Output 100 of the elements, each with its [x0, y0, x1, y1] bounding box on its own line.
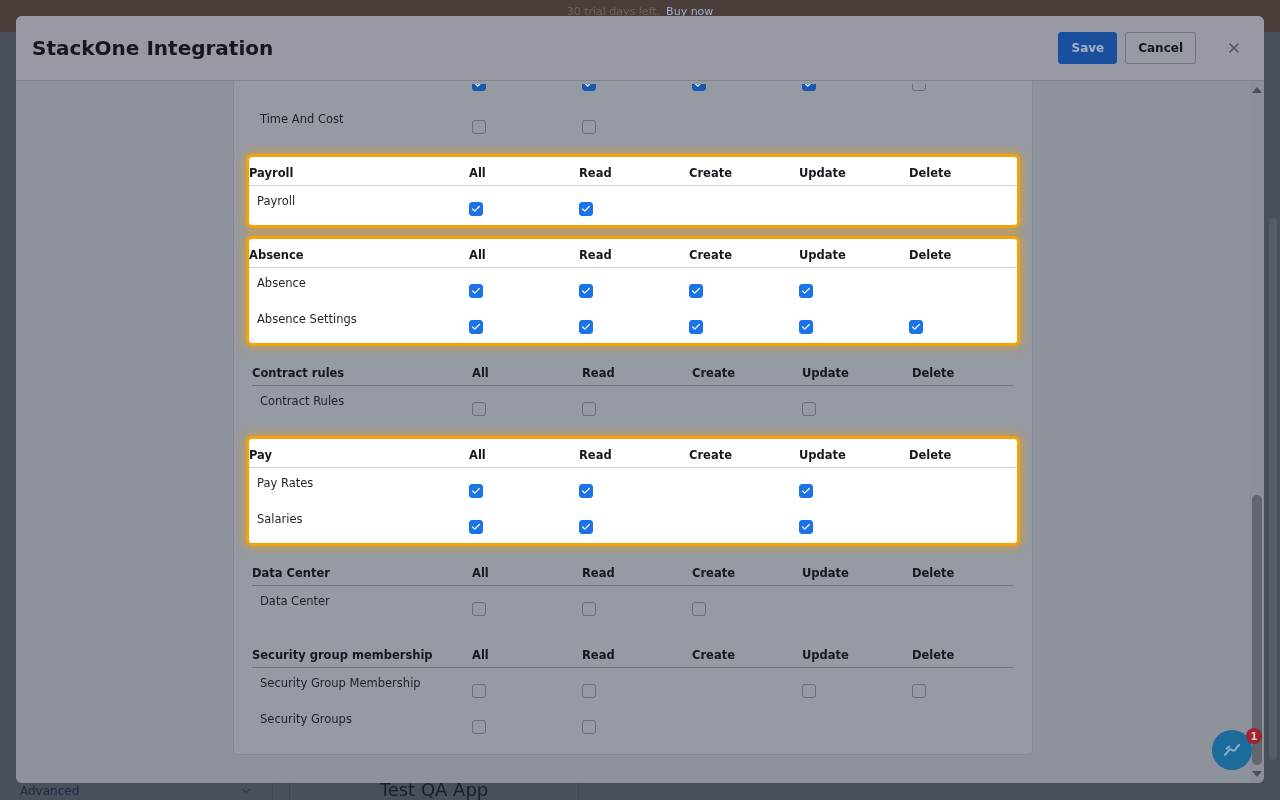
checkbox[interactable] [469, 520, 483, 534]
check-icon [801, 286, 811, 296]
check-icon [581, 486, 591, 496]
column-header: All [469, 165, 486, 180]
checkbox[interactable] [472, 684, 486, 698]
permission-name: Absence Settings [257, 312, 357, 326]
column-header: Update [799, 165, 846, 180]
column-header: Read [582, 365, 615, 380]
cancel-button[interactable]: Cancel [1125, 32, 1196, 64]
column-header: Read [579, 165, 612, 180]
section-title: Security group membership [252, 647, 433, 662]
section-title: Pay [249, 447, 273, 462]
dialog-title: StackOne Integration [32, 36, 275, 60]
permission-name: Absence [257, 276, 306, 290]
permission-name: Pay Rates [257, 476, 314, 490]
column-header: Read [582, 647, 615, 662]
checkbox[interactable] [579, 520, 593, 534]
column-header: All [472, 647, 489, 662]
check-icon [691, 322, 701, 332]
column-header: Update [802, 565, 849, 580]
section-title: Absence [249, 247, 304, 262]
wave-icon [1222, 743, 1242, 757]
save-button[interactable]: Save [1058, 32, 1118, 64]
column-header: Delete [909, 247, 952, 262]
checkbox[interactable] [579, 284, 593, 298]
checkbox[interactable] [579, 202, 593, 216]
checkbox[interactable] [692, 602, 706, 616]
column-header: Read [579, 247, 612, 262]
check-icon [471, 522, 481, 532]
check-icon [911, 322, 921, 332]
checkbox[interactable] [689, 284, 703, 298]
permission-name: Contract Rules [260, 394, 345, 408]
checkbox[interactable] [802, 684, 816, 698]
checkbox[interactable] [472, 720, 486, 734]
column-header: All [472, 565, 489, 580]
scroll-down-icon[interactable] [1252, 771, 1262, 777]
column-header: Read [582, 565, 615, 580]
column-header: Delete [912, 647, 955, 662]
check-icon [471, 204, 481, 214]
check-icon [581, 204, 591, 214]
check-icon [801, 486, 811, 496]
check-icon [471, 322, 481, 332]
column-header: Delete [909, 447, 952, 462]
check-icon [691, 286, 701, 296]
buy-link[interactable]: Buy now [666, 5, 714, 18]
permission-name: Security Group Membership [260, 676, 421, 690]
checkbox[interactable] [579, 320, 593, 334]
column-header: All [472, 365, 489, 380]
permission-name: Time And Cost [260, 112, 344, 126]
check-icon [801, 322, 811, 332]
column-header: Create [692, 647, 735, 662]
checkbox[interactable] [909, 320, 923, 334]
check-icon [801, 522, 811, 532]
column-header: Create [692, 365, 735, 380]
checkbox[interactable] [582, 402, 596, 416]
check-icon [581, 522, 591, 532]
checkbox[interactable] [582, 602, 596, 616]
permission-name: Security Groups [260, 712, 352, 726]
checkbox[interactable] [472, 402, 486, 416]
checkbox[interactable] [469, 202, 483, 216]
permission-name: Payroll [257, 194, 296, 208]
section-title: Data Center [252, 565, 330, 580]
checkbox[interactable] [799, 320, 813, 334]
column-header: Delete [909, 165, 952, 180]
checkbox[interactable] [689, 320, 703, 334]
check-icon [471, 286, 481, 296]
column-header: Create [689, 165, 732, 180]
column-header: Update [802, 647, 849, 662]
checkbox[interactable] [802, 402, 816, 416]
checkbox[interactable] [582, 684, 596, 698]
scrollbar-thumb[interactable] [1252, 495, 1262, 765]
checkbox[interactable] [582, 720, 596, 734]
checkbox[interactable] [469, 284, 483, 298]
column-header: Update [799, 247, 846, 262]
column-header: Update [802, 365, 849, 380]
checkbox[interactable] [582, 120, 596, 134]
column-header: Update [799, 447, 846, 462]
column-header: All [469, 247, 486, 262]
checkbox[interactable] [799, 520, 813, 534]
checkbox[interactable] [799, 284, 813, 298]
checkbox[interactable] [912, 684, 926, 698]
section-title: Payroll [249, 165, 294, 180]
checkbox[interactable] [472, 120, 486, 134]
column-header: Delete [912, 365, 955, 380]
section-title: Contract rules [252, 365, 345, 380]
column-header: Create [692, 565, 735, 580]
column-header: Create [689, 447, 732, 462]
check-icon [581, 322, 591, 332]
checkbox[interactable] [799, 484, 813, 498]
column-header: All [469, 447, 486, 462]
checkbox[interactable] [472, 602, 486, 616]
check-icon [581, 286, 591, 296]
check-icon [471, 486, 481, 496]
checkbox[interactable] [579, 484, 593, 498]
checkbox[interactable] [469, 484, 483, 498]
scroll-up-icon[interactable] [1252, 87, 1262, 93]
column-header: Create [689, 247, 732, 262]
permission-name: Salaries [257, 512, 303, 526]
column-header: Read [579, 447, 612, 462]
checkbox[interactable] [469, 320, 483, 334]
